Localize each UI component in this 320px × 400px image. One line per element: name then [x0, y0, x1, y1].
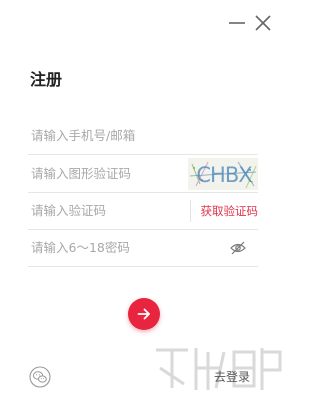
password-field [28, 229, 258, 267]
captcha-text: CHBX [196, 163, 252, 187]
arrow-right-icon [137, 308, 150, 320]
wechat-icon[interactable] [29, 366, 51, 388]
captcha-input[interactable] [28, 155, 183, 192]
account-field [28, 117, 258, 155]
submit-button[interactable] [128, 298, 160, 330]
eye-off-icon[interactable] [230, 241, 246, 255]
get-code-button[interactable]: 获取验证码 [189, 200, 258, 222]
captcha-image[interactable]: CHBX [188, 158, 258, 190]
login-link[interactable]: 去登录 [214, 368, 250, 385]
sms-code-field: 获取验证码 [28, 192, 258, 230]
captcha-field: CHBX [28, 155, 258, 193]
minimize-icon [229, 22, 245, 24]
sms-code-input[interactable] [28, 192, 178, 229]
account-input[interactable] [28, 117, 258, 154]
page-title: 注册 [30, 70, 63, 89]
password-input[interactable] [28, 229, 218, 266]
minimize-button[interactable] [226, 12, 248, 34]
close-button[interactable] [252, 12, 274, 34]
close-icon [255, 15, 271, 31]
